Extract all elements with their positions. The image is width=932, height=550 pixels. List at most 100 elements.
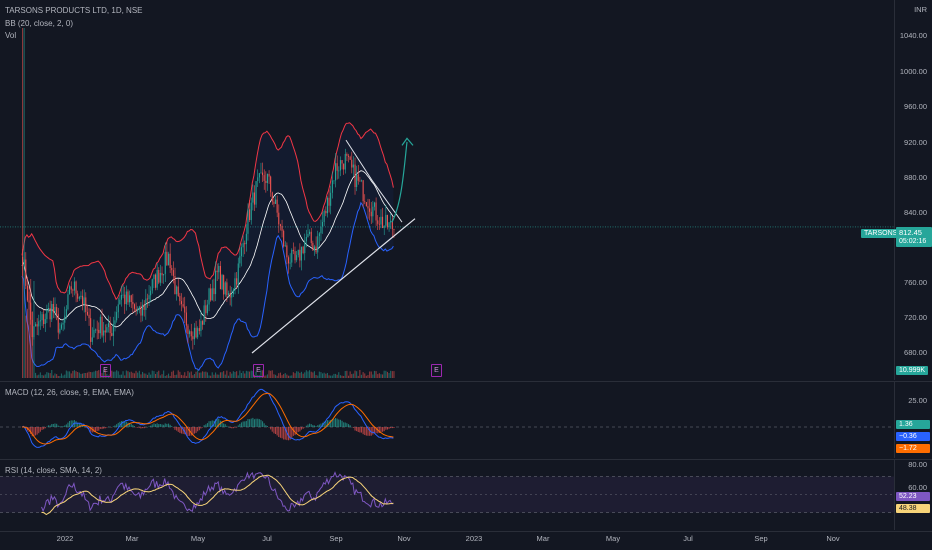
ticker-badge[interactable]: TARSONS (861, 229, 901, 238)
macd-histogram-bar (62, 426, 64, 427)
macd-histogram-bar (138, 427, 140, 428)
macd-histogram-bar (279, 427, 281, 438)
volume-bar (30, 279, 32, 378)
volume-bar (310, 371, 312, 378)
candle-body (86, 311, 88, 315)
volume-bar (116, 370, 118, 378)
macd-histogram-bar (195, 427, 197, 433)
price-chart[interactable] (0, 0, 894, 380)
rsi-chart-area[interactable] (0, 460, 894, 530)
volume-bar (250, 370, 252, 378)
candle-body (119, 299, 121, 305)
earnings-marker[interactable]: E (253, 364, 264, 377)
candle-body (291, 249, 293, 263)
time-tick: May (190, 534, 206, 543)
last-price-label[interactable]: 812.45 05:02:16 (896, 227, 932, 247)
rsi-legend[interactable]: RSI (14, close, SMA, 14, 2) (5, 466, 102, 475)
candle-body (258, 173, 260, 178)
volume-bar (67, 371, 69, 378)
rsi-pane[interactable]: RSI (14, close, SMA, 14, 2) 80.00 60.00 … (0, 460, 932, 530)
volume-bar (90, 372, 92, 378)
price-chart-area[interactable] (0, 0, 894, 380)
macd-histogram-bar (283, 427, 285, 440)
macd-histogram-bar (153, 423, 155, 427)
volume-bar (46, 372, 48, 378)
macd-pane[interactable]: MACD (12, 26, close, 9, EMA, EMA) 25.00 … (0, 382, 932, 458)
macd-histogram-bar (65, 424, 67, 427)
candle-body (237, 263, 239, 285)
bb-legend[interactable]: BB (20, close, 2, 0) (5, 19, 73, 28)
candle-body (249, 209, 251, 220)
volume-bar (278, 373, 280, 378)
macd-histogram-bar (388, 427, 390, 429)
macd-histogram-bar (193, 427, 195, 434)
time-tick: Nov (826, 534, 840, 543)
volume-bar (331, 375, 333, 378)
bb-band-fill (22, 122, 394, 371)
candle-body (202, 321, 204, 325)
macd-histogram-bar (362, 427, 364, 435)
macd-chart[interactable] (0, 382, 894, 458)
candle-body (187, 325, 189, 334)
candle-body (161, 272, 163, 276)
candle-body (44, 319, 46, 324)
earnings-marker[interactable]: E (431, 364, 442, 377)
volume-bar (52, 375, 54, 378)
candle-body (180, 301, 182, 305)
macd-histogram-bar (305, 425, 307, 427)
price-axis[interactable]: INR 1040.00 1000.00 960.00 920.00 880.00… (894, 0, 932, 380)
candle-body (229, 293, 231, 298)
candle-body (228, 293, 230, 296)
candle-body (151, 279, 153, 291)
candle-body (210, 288, 212, 301)
volume-bar (195, 371, 197, 378)
time-tick: Jul (262, 534, 272, 543)
volume-bar (158, 370, 160, 378)
volume-bar (78, 372, 80, 378)
macd-histogram-bar (52, 424, 54, 427)
volume-bar (187, 371, 189, 378)
volume-bar (307, 371, 309, 378)
macd-chart-area[interactable] (0, 382, 894, 458)
rsi-chart[interactable] (0, 460, 894, 530)
macd-histogram-bar (341, 420, 343, 427)
macd-legend[interactable]: MACD (12, 26, close, 9, EMA, EMA) (5, 388, 134, 397)
volume-bar (41, 375, 43, 378)
volume-bar (176, 374, 178, 378)
volume-bar (284, 373, 286, 378)
volume-bar (378, 373, 380, 378)
candle-body (331, 180, 333, 193)
candle-body (310, 231, 312, 243)
macd-histogram-bar (151, 424, 153, 427)
candle-body (56, 307, 58, 314)
price-pane[interactable]: TARSONS PRODUCTS LTD, 1D, NSE BB (20, cl… (0, 0, 932, 380)
candle-body (343, 163, 345, 170)
candle-body (198, 328, 200, 331)
time-axis[interactable]: 2022 Mar May Jul Sep Nov 2023 Mar May Ju… (0, 531, 894, 550)
candle-body (270, 176, 272, 193)
macd-line-value: −0.36 (896, 432, 930, 441)
vol-legend[interactable]: Vol (5, 31, 16, 40)
volume-bar (386, 371, 388, 378)
macd-histogram-bar (242, 421, 244, 427)
volume-bar (265, 375, 267, 378)
earnings-marker[interactable]: E (100, 364, 111, 377)
candle-body (146, 298, 148, 300)
macd-histogram-bar (200, 427, 202, 429)
volume-bar (313, 371, 315, 378)
volume-bar (279, 372, 281, 378)
candle-body (164, 251, 166, 274)
volume-bar (133, 373, 135, 378)
candle-body (158, 270, 160, 283)
macd-histogram-bar (245, 420, 247, 427)
volume-bar (228, 375, 230, 378)
volume-bar (289, 375, 291, 378)
candle-body (124, 294, 126, 305)
candle-body (189, 331, 191, 335)
macd-histogram-bar (96, 427, 98, 431)
macd-histogram-bar (318, 424, 320, 427)
volume-bar (373, 370, 375, 378)
volume-bar (299, 372, 301, 378)
candle-body (82, 295, 84, 305)
last-price-value: 812.45 (899, 228, 922, 237)
